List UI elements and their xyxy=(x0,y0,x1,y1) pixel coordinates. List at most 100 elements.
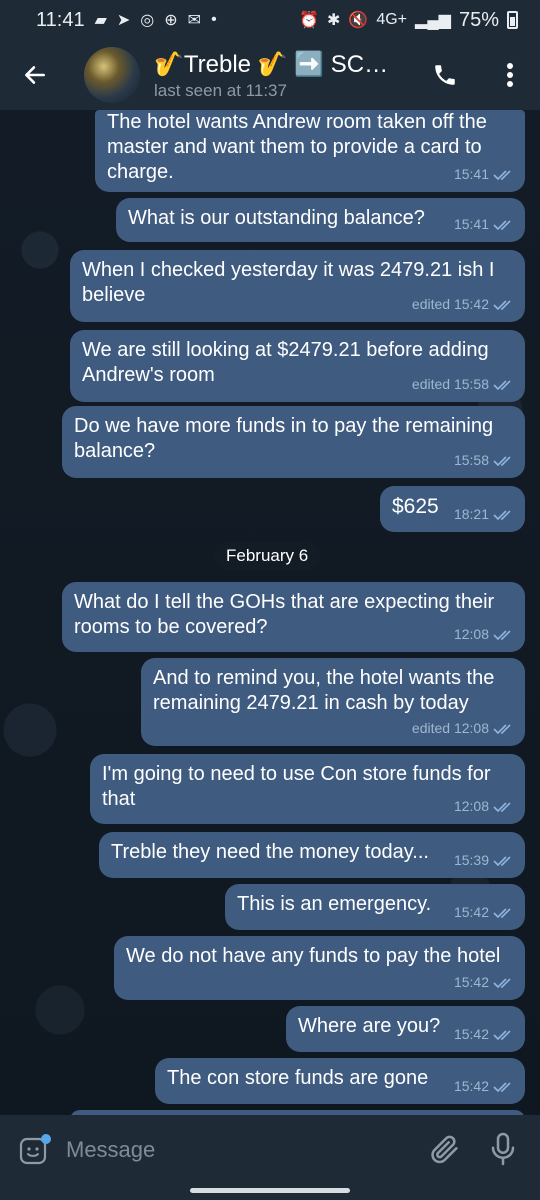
message-bubble[interactable]: $625 18:21 xyxy=(380,486,525,532)
back-button[interactable] xyxy=(0,40,70,110)
message-bubble[interactable]: The con store funds are gone 15:42 xyxy=(155,1058,525,1104)
double-check-icon xyxy=(493,455,511,466)
chat-notification-icon: ▰ xyxy=(94,12,107,29)
message-list[interactable]: The hotel wants Andrew room taken off th… xyxy=(0,110,540,1115)
message-text: We do not have any funds to pay the hote… xyxy=(126,945,501,967)
date-separator: February 6 xyxy=(214,542,321,570)
chat-title: 🎷Treble 🎷 ➡️ SCM... xyxy=(154,50,394,78)
message-bubble[interactable]: When I checked yesterday it was 2479.21 … xyxy=(70,250,525,322)
message-time: edited 15:58 xyxy=(411,376,489,392)
double-check-icon xyxy=(493,801,511,812)
message-time: edited 12:08 xyxy=(411,720,489,736)
message-meta: 15:42 xyxy=(454,970,515,995)
message-meta: 15:42 xyxy=(454,1022,515,1047)
message-text: What is our outstanding balance? xyxy=(128,207,425,229)
message-time: 15:42 xyxy=(453,904,489,920)
message-bubble[interactable]: What do I tell the GOHs that are expecti… xyxy=(62,582,525,652)
instagram-notification-icon: ◎ xyxy=(140,12,155,29)
attach-button[interactable] xyxy=(428,1131,464,1169)
double-check-icon xyxy=(493,855,511,866)
message-bubble[interactable]: Treble they need the money today... 15:3… xyxy=(99,832,525,878)
message-input[interactable] xyxy=(66,1131,406,1169)
double-check-icon xyxy=(493,299,511,310)
status-time: 11:41 xyxy=(36,8,85,31)
message-text: Where are you? xyxy=(298,1015,441,1037)
message-text: The hotel wants Andrew room taken off th… xyxy=(107,111,487,183)
message-meta: 12:08 xyxy=(454,794,515,819)
message-text: The con store funds are gone xyxy=(167,1067,429,1089)
mute-icon: 🔇 xyxy=(348,12,369,29)
message-time: edited 15:42 xyxy=(411,296,489,312)
message-bubble[interactable]: What is our outstanding balance? 15:41 xyxy=(116,198,525,242)
double-check-icon xyxy=(493,1029,511,1040)
message-meta: 15:41 xyxy=(454,212,515,237)
arrow-left-icon xyxy=(25,66,45,84)
more-menu-button[interactable] xyxy=(485,55,535,95)
message-time: 15:42 xyxy=(453,1078,489,1094)
home-gesture-handle[interactable] xyxy=(190,1188,350,1193)
message-time: 18:21 xyxy=(453,506,489,522)
status-left: 11:41 ▰ ➤ ◎ ⊕ ✉ • xyxy=(36,9,217,32)
double-check-icon xyxy=(493,219,511,230)
message-time: 15:58 xyxy=(453,452,489,468)
sticker-icon xyxy=(19,1134,51,1165)
message-meta: 15:58 xyxy=(454,448,515,473)
last-seen-status: last seen at 11:37 xyxy=(154,80,287,100)
message-meta: 15:41 xyxy=(454,162,515,187)
status-right: ⏰ ✱ 🔇 4G+ ▂▄▆ 75% xyxy=(299,9,518,32)
globe-notification-icon: ⊕ xyxy=(164,12,178,29)
bluetooth-icon: ✱ xyxy=(327,12,341,29)
network-type: 4G+ xyxy=(376,11,408,28)
message-meta: edited 15:42 xyxy=(412,292,515,317)
chat-title-area[interactable]: 🎷Treble 🎷 ➡️ SCM... last seen at 11:37 xyxy=(154,50,394,101)
double-check-icon xyxy=(493,907,511,918)
double-check-icon xyxy=(493,723,511,734)
message-text: And to remind you, the hotel wants the r… xyxy=(153,667,495,714)
message-bubble[interactable]: Where are you? 15:42 xyxy=(286,1006,525,1052)
message-bubble[interactable]: The hotel wants Andrew room taken off th… xyxy=(95,110,525,192)
message-text: What do I tell the GOHs that are expecti… xyxy=(74,591,495,638)
message-text: $625 xyxy=(392,495,439,518)
voice-message-button[interactable] xyxy=(488,1131,524,1169)
double-check-icon xyxy=(493,977,511,988)
message-meta: 15:42 xyxy=(454,900,515,925)
message-bubble[interactable]: This is an emergency. 15:42 xyxy=(225,884,525,930)
contact-avatar[interactable] xyxy=(84,47,140,103)
double-check-icon xyxy=(493,379,511,390)
message-bubble[interactable]: I'm going to need to use Con store funds… xyxy=(90,754,525,824)
battery-level: 75% xyxy=(458,8,499,31)
battery-icon xyxy=(507,11,518,29)
message-text: This is an emergency. xyxy=(237,893,432,915)
call-button[interactable] xyxy=(420,55,470,95)
message-time: 15:42 xyxy=(453,974,489,990)
message-text: Do we have more funds in to pay the rema… xyxy=(74,415,494,462)
message-time: 15:41 xyxy=(453,166,489,182)
message-time: 15:39 xyxy=(453,852,489,868)
phone-icon xyxy=(435,65,455,85)
message-meta: 18:21 xyxy=(454,502,515,527)
message-time: 12:08 xyxy=(453,626,489,642)
message-bubble[interactable]: We do not have any funds to pay the hote… xyxy=(114,936,525,1000)
telegram-notification-icon: ➤ xyxy=(116,12,131,29)
message-bubble[interactable]: And to remind you, the hotel wants the r… xyxy=(141,658,525,746)
message-meta: 12:08 xyxy=(454,622,515,647)
sticker-button[interactable] xyxy=(18,1132,54,1168)
mail-notification-icon: ✉ xyxy=(187,12,202,29)
message-bubble[interactable]: We are still looking at $2479.21 before … xyxy=(70,330,525,402)
double-check-icon xyxy=(493,509,511,520)
double-check-icon xyxy=(493,169,511,180)
message-time: 15:41 xyxy=(453,216,489,232)
message-meta: 15:42 xyxy=(454,1074,515,1099)
message-time: 12:08 xyxy=(453,798,489,814)
message-time: 15:42 xyxy=(453,1026,489,1042)
paperclip-icon xyxy=(431,1135,458,1164)
chat-header: 🎷Treble 🎷 ➡️ SCM... last seen at 11:37 xyxy=(0,40,540,110)
message-text: Treble they need the money today... xyxy=(111,841,429,863)
message-composer xyxy=(0,1115,540,1185)
double-check-icon xyxy=(493,1081,511,1092)
message-meta: edited 15:58 xyxy=(412,372,515,397)
message-meta: 15:39 xyxy=(454,848,515,873)
message-bubble[interactable]: Do we have more funds in to pay the rema… xyxy=(62,406,525,478)
alarm-icon: ⏰ xyxy=(299,12,319,29)
double-check-icon xyxy=(493,629,511,640)
